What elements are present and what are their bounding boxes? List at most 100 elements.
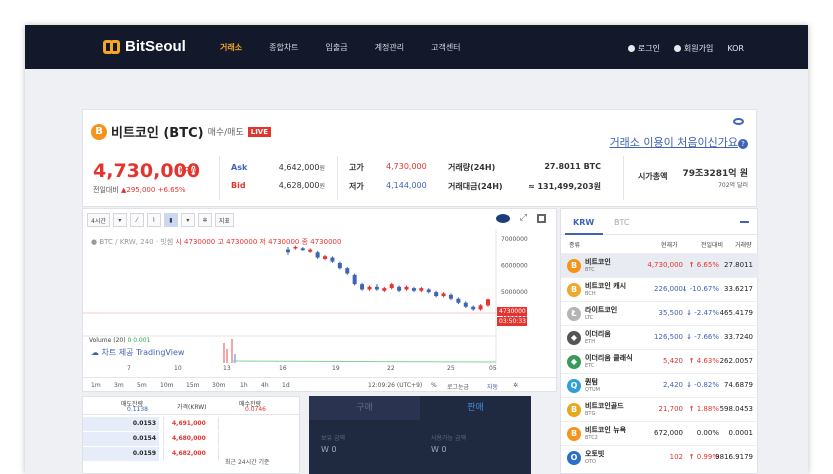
chart-settings-icon[interactable]: ✲ — [513, 382, 518, 389]
coin-volume: 598.0453 — [719, 405, 753, 413]
arrow-up-icon: ↑ — [688, 261, 695, 269]
divider — [623, 156, 624, 200]
coin-price: 126,500 — [654, 333, 683, 341]
candle-body — [448, 294, 453, 299]
bitseoul-logo[interactable]: BitSeoul — [103, 38, 186, 55]
range-10m[interactable]: 10m — [160, 382, 173, 389]
user-menu: 로그인 회원가입 KOR — [627, 43, 744, 54]
coin-row[interactable]: B 비트코인 뉴욕 BTC2 672,000 0.00% 0.0001 — [561, 421, 759, 445]
signup-label: 회원가입 — [683, 44, 714, 53]
range-1m[interactable]: 1m — [91, 382, 101, 389]
coin-row[interactable]: B 비트코인 BTC 4,730,000 ↑ 6.65% 27.8011 — [561, 253, 759, 277]
coin-name: 라이트코인 — [585, 306, 618, 314]
candle-body — [374, 286, 379, 290]
tab-btc[interactable]: BTC — [614, 218, 630, 227]
auto-scale-toggle[interactable]: 자동 — [487, 382, 498, 391]
sell-tab[interactable]: 판매 — [420, 396, 531, 420]
top-navigation-bar: BitSeoul 거래소 종합차트 입출금 계정관리 고객센터 로그인 회원가입… — [25, 25, 808, 69]
coin-row[interactable]: ◆ 이더리움 클래식 ETC 5,420 ↑ 4.63% 262.0057 — [561, 349, 759, 373]
range-30m[interactable]: 30m — [212, 382, 225, 389]
coin-change: ↑ 6.65% — [689, 261, 719, 269]
nav-account[interactable]: 계정관리 — [375, 42, 404, 53]
eye-icon[interactable] — [733, 118, 744, 125]
coin-row[interactable]: O 오토빗 OTO 102 ↑ 0.99% 9816.9179 — [561, 445, 759, 469]
coin-row[interactable]: ◆ 이더리움 ETH 126,500 ↓ -7.66% 33.7240 — [561, 325, 759, 349]
live-badge: LIVE — [247, 126, 271, 137]
range-4h[interactable]: 4h — [261, 382, 269, 389]
arrow-up-icon: ↑ — [688, 357, 695, 365]
candle-body — [337, 262, 342, 269]
user-icon — [673, 45, 681, 52]
orderbook-row[interactable]: 0.0153 4,691,000 — [83, 417, 301, 431]
coin-change: ↓ -0.82% — [686, 381, 719, 389]
candle-body — [471, 306, 476, 310]
log-scale-toggle[interactable]: 로그눈금 — [447, 382, 469, 391]
candle-body — [456, 298, 461, 303]
coin-row[interactable]: Ł 라이트코인 LTC 35,500 ↓ -2.47% 465.4179 — [561, 301, 759, 325]
range-3m[interactable]: 3m — [114, 382, 124, 389]
login-label: 로그인 — [637, 44, 660, 53]
coin-price: 5,420 — [662, 357, 683, 365]
candle-body — [367, 286, 372, 290]
language-label: KOR — [727, 44, 744, 53]
prev-day-change: 전일대비 ▲295,000 +6.65% — [93, 185, 186, 195]
coin-volume: 0.0001 — [728, 429, 754, 437]
orderbook-amount: 0.0159 — [83, 447, 159, 461]
bid-unit: 원 — [319, 183, 325, 190]
bid-label: Bid — [231, 181, 246, 190]
candle-body — [345, 268, 350, 274]
available-amount-label: 사용가능 금액 — [431, 435, 467, 442]
tab-krw[interactable]: KRW — [573, 218, 594, 227]
volume-values: 0 0.001 — [127, 337, 151, 344]
x-tick: 7 — [127, 365, 131, 372]
candle-body — [441, 293, 446, 297]
price-krw-label: 가격(KRW) — [177, 404, 207, 411]
nav-support[interactable]: 고객센터 — [431, 42, 460, 53]
candlestick-chart[interactable]: 7000000600000050000004000000 — [83, 209, 558, 393]
coin-change: ↑ 4.63% — [689, 357, 719, 365]
range-5m[interactable]: 5m — [137, 382, 147, 389]
coin-row[interactable]: B 비트코인 캐시 BCH 226,000 ↓ -10.67% 33.6217 — [561, 277, 759, 301]
coin-price: 2,420 — [662, 381, 683, 389]
nav-deposit[interactable]: 입출금 — [326, 42, 348, 53]
coin-list-header: 종류 현재가 전일대비 거래량 — [561, 239, 759, 252]
tradingview-attribution[interactable]: ☁ 차트 제공 TradingView — [91, 347, 184, 358]
first-time-help-link[interactable]: 거래소 이용이 처음이신가요? — [610, 134, 748, 150]
coin-volume: 33.6217 — [724, 285, 753, 293]
percent-toggle[interactable]: % — [431, 382, 437, 389]
coin-change: ↑ 1.88% — [689, 405, 719, 413]
x-tick: 10 — [174, 365, 182, 372]
nav-exchange[interactable]: 거래소 — [220, 42, 242, 53]
coin-row[interactable]: B 비트코인골드 BTG 21,700 ↑ 1.88% 598.0453 — [561, 397, 759, 421]
candle-body — [315, 252, 320, 258]
coin-change-value: 0.00% — [696, 429, 719, 437]
nav-chart[interactable]: 종합차트 — [269, 42, 298, 53]
range-15m[interactable]: 15m — [186, 382, 199, 389]
bid-row: Bid — [231, 181, 246, 190]
question-icon: ? — [738, 139, 748, 149]
buy-tab[interactable]: 구매 — [309, 396, 420, 420]
coin-volume: 27.8011 — [724, 261, 753, 269]
coin-change-value: 4.63% — [696, 357, 719, 365]
market-tabs: KRW BTC — [561, 209, 759, 235]
login-link[interactable]: 로그인 — [627, 43, 660, 54]
arrow-down-icon: ↓ — [686, 309, 692, 317]
tradingview-cloud-icon: ☁ — [91, 348, 99, 357]
candle-body — [478, 305, 483, 310]
candle-body — [323, 256, 328, 259]
coin-name: 비트코인 — [585, 258, 611, 266]
collapse-icon[interactable] — [740, 221, 749, 223]
coin-change-value: -7.66% — [694, 333, 719, 341]
volume-bar — [223, 343, 225, 363]
coin-title: 비트코인 (BTC) — [111, 126, 204, 141]
language-selector[interactable]: KOR — [727, 43, 744, 54]
coin-row[interactable]: Q 퀀텀 QTUM 2,420 ↓ -0.82% 74.6879 — [561, 373, 759, 397]
range-1h[interactable]: 1h — [240, 382, 248, 389]
x-tick: 19 — [332, 365, 340, 372]
range-1d[interactable]: 1d — [282, 382, 290, 389]
signup-link[interactable]: 회원가입 — [673, 43, 714, 54]
candle-body — [308, 249, 313, 252]
coin-symbol: BTC — [585, 267, 595, 273]
orderbook-price: 4,680,000 — [163, 432, 219, 446]
orderbook-row[interactable]: 0.0154 4,680,000 — [83, 432, 301, 446]
